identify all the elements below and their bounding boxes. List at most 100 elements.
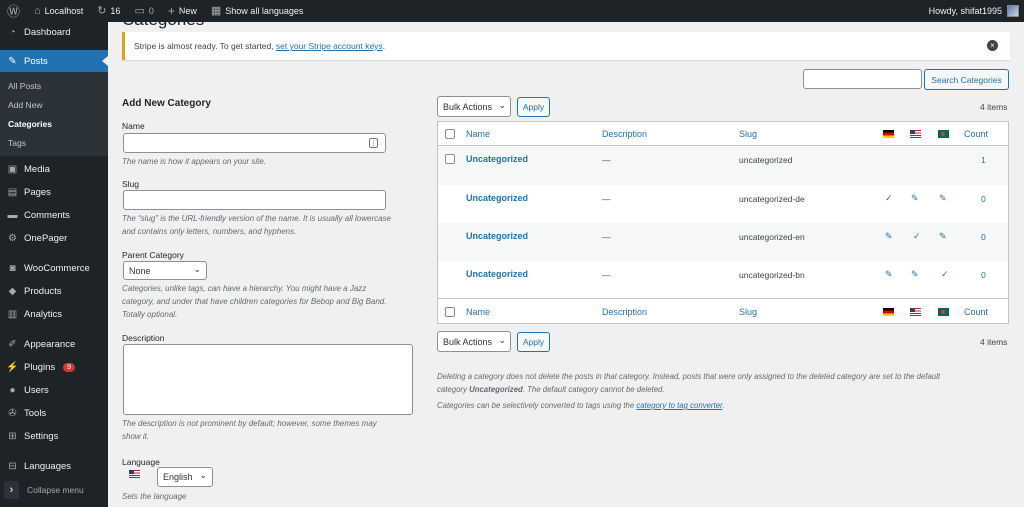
category-count[interactable]: 0 <box>981 270 986 280</box>
language-select[interactable]: English ⌄ <box>157 467 213 487</box>
apply-button-bottom[interactable]: Apply <box>517 332 550 352</box>
header-slug[interactable]: Slug <box>739 129 757 139</box>
menu-label: Tools <box>24 407 47 419</box>
home-icon: ⌂ <box>34 4 41 17</box>
table-row: Uncategorized — uncategorized-bn ✎ ✎ ✓ 0 <box>438 261 1008 299</box>
chevron-down-icon: ⌄ <box>199 470 207 480</box>
menu-label: WooCommerce <box>24 262 90 274</box>
converter-pre: Categories can be selectively converted … <box>437 401 637 410</box>
menu-products[interactable]: ◆ Products <box>0 280 108 302</box>
wordpress-logo[interactable]: Ⓦ <box>0 0 27 22</box>
menu-pages[interactable]: ▤ Pages <box>0 181 108 203</box>
menu-analytics[interactable]: ▥ Analytics <box>0 303 108 325</box>
menu-comments[interactable]: ▬ Comments <box>0 204 108 226</box>
menu-label: Languages <box>24 460 72 472</box>
check-icon: ✓ <box>913 231 921 241</box>
form-heading: Add New Category <box>122 98 211 109</box>
slug-description-1: The “slug” is the URL-friendly version o… <box>122 214 391 223</box>
category-count[interactable]: 0 <box>981 232 986 242</box>
converter-post: . <box>722 401 725 410</box>
pencil-icon[interactable]: ✎ <box>911 269 919 280</box>
footer-description[interactable]: Description <box>602 307 647 317</box>
menu-appearance[interactable]: ✐ Appearance <box>0 333 108 355</box>
check-icon: ✓ <box>885 193 893 203</box>
menu-posts[interactable]: ✎ Posts <box>0 50 108 72</box>
users-icon: ● <box>9 384 16 396</box>
apply-button-top[interactable]: Apply <box>517 97 550 117</box>
menu-media[interactable]: ▣ Media <box>0 158 108 180</box>
menu-users[interactable]: ● Users <box>0 379 108 401</box>
chevron-down-icon: ⌄ <box>498 335 506 345</box>
german-flag-icon <box>883 130 894 138</box>
menu-onepager[interactable]: ⚙ OnePager <box>0 227 108 249</box>
submenu-all-posts[interactable]: All Posts <box>0 76 108 95</box>
bangladesh-flag-icon <box>938 130 949 138</box>
pencil-icon[interactable]: ✎ <box>939 231 947 242</box>
category-description: — <box>602 270 611 280</box>
parent-category-select[interactable]: None ⌄ <box>123 261 207 280</box>
footer-name[interactable]: Name <box>466 307 490 317</box>
search-input[interactable] <box>803 69 922 89</box>
account-menu[interactable]: Howdy, shifat1995 <box>929 5 1024 17</box>
category-name-link[interactable]: Uncategorized <box>466 231 528 241</box>
us-flag-icon <box>910 130 921 138</box>
collapse-label: Collapse menu <box>27 485 84 495</box>
pencil-icon[interactable]: ✎ <box>939 193 947 204</box>
description-help-1: The description is not prominent by defa… <box>122 419 377 428</box>
site-name-link[interactable]: ⌂ Localhost <box>27 0 90 22</box>
menu-plugins[interactable]: ⚡ Plugins 9 <box>0 356 108 378</box>
slug-field[interactable] <box>123 190 386 210</box>
pin-icon: ✎ <box>8 55 17 67</box>
submenu-add-new[interactable]: Add New <box>0 95 108 114</box>
items-count-top: 4 items <box>980 102 1008 112</box>
footer-count[interactable]: Count <box>964 307 988 317</box>
category-name-link[interactable]: Uncategorized <box>466 154 528 164</box>
select-all-checkbox[interactable] <box>445 129 455 139</box>
posts-submenu: All Posts Add New Categories Tags <box>0 72 108 156</box>
category-name-link[interactable]: Uncategorized <box>466 269 528 279</box>
woocommerce-icon: ◙ <box>9 262 16 274</box>
menu-label: Appearance <box>24 338 76 350</box>
header-count[interactable]: Count <box>964 129 988 139</box>
category-name-link[interactable]: Uncategorized <box>466 193 528 203</box>
category-count[interactable]: 1 <box>981 155 986 165</box>
language-filter-link[interactable]: ▦ Show all languages <box>204 0 310 22</box>
collapse-menu-button[interactable]: › Collapse menu <box>0 481 84 499</box>
bulk-actions-select-bottom[interactable]: Bulk Actions ⌄ <box>437 331 511 352</box>
menu-tools[interactable]: ✇ Tools <box>0 402 108 424</box>
chevron-right-icon: › <box>4 481 19 499</box>
menu-label: Posts <box>24 55 48 67</box>
row-checkbox[interactable] <box>445 154 455 164</box>
description-textarea[interactable] <box>123 344 413 415</box>
category-converter-link[interactable]: category to tag converter <box>636 401 722 410</box>
header-name[interactable]: Name <box>466 129 490 139</box>
menu-dashboard[interactable]: ◔ Dashboard <box>0 21 108 43</box>
bulk-actions-select-top[interactable]: Bulk Actions ⌄ <box>437 96 511 117</box>
menu-languages[interactable]: ⊟ Languages <box>0 455 108 477</box>
name-field[interactable]: ⋮ <box>123 133 386 153</box>
select-all-checkbox-bottom[interactable] <box>445 307 455 317</box>
languages-icon: ⊟ <box>8 460 17 472</box>
wordpress-icon: Ⓦ <box>7 3 21 19</box>
category-slug: uncategorized <box>739 155 793 165</box>
media-icon: ▣ <box>7 163 18 175</box>
menu-woocommerce[interactable]: ◙ WooCommerce <box>0 257 108 279</box>
menu-label: Users <box>24 384 49 396</box>
table-row: Uncategorized — uncategorized-de ✓ ✎ ✎ 0 <box>438 185 1008 223</box>
stripe-keys-link[interactable]: set your Stripe account keys <box>276 41 383 51</box>
submenu-categories[interactable]: Categories <box>0 114 108 133</box>
parent-label: Parent Category <box>122 250 184 260</box>
menu-settings[interactable]: ⊞ Settings <box>0 425 108 447</box>
header-description[interactable]: Description <box>602 129 647 139</box>
products-icon: ◆ <box>8 285 17 297</box>
search-categories-button[interactable]: Search Categories <box>924 69 1009 90</box>
pencil-icon[interactable]: ✎ <box>911 193 919 204</box>
pencil-icon[interactable]: ✎ <box>885 269 893 280</box>
note-post: . The default category cannot be deleted… <box>522 385 665 394</box>
footer-slug[interactable]: Slug <box>739 307 757 317</box>
submenu-tags[interactable]: Tags <box>0 133 108 152</box>
menu-label: Analytics <box>24 308 63 320</box>
category-count[interactable]: 0 <box>981 194 986 204</box>
pencil-icon[interactable]: ✎ <box>885 231 893 242</box>
dismiss-icon[interactable]: × <box>987 40 998 51</box>
